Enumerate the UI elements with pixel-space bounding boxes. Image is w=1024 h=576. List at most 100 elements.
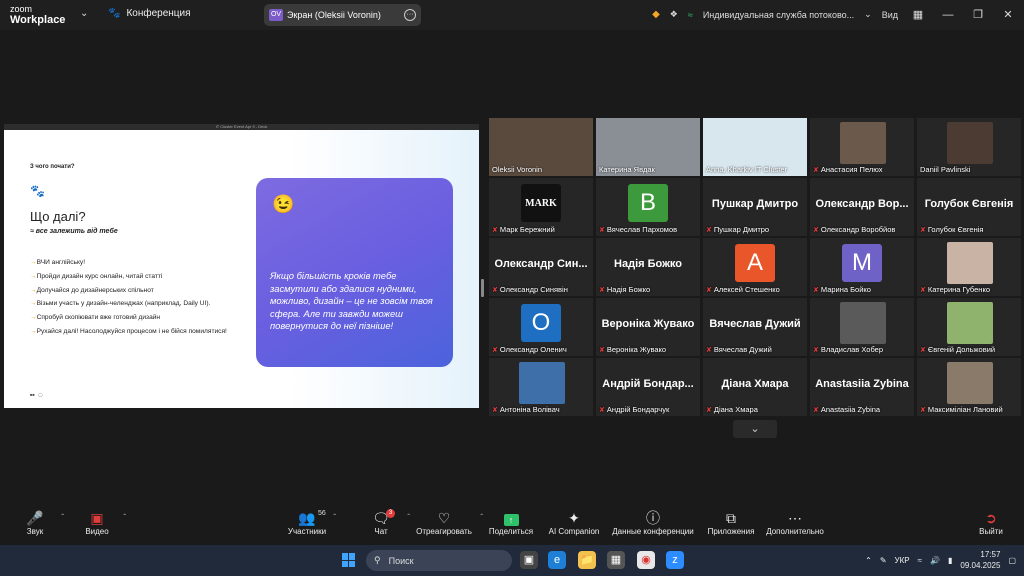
participants-button[interactable]: 👥 56 Участники ˆ	[272, 509, 342, 536]
participant-tile[interactable]: ✘ Владислав Хобер	[810, 298, 914, 356]
participant-tile[interactable]: Діана Хмара ✘ Діана Хмара	[703, 358, 807, 416]
edge-icon[interactable]: e	[548, 551, 566, 569]
meeting-info-button[interactable]: ⓘ Данные конференции	[608, 509, 698, 536]
participant-tile[interactable]: ✘ Антоніна Волівач	[489, 358, 593, 416]
participant-name-label: Пушкар Дмитро	[713, 225, 770, 234]
store-icon[interactable]: ▦	[607, 551, 625, 569]
participant-tile[interactable]: А ✘ Алексей Стешенко	[703, 238, 807, 296]
companion-label: AI Companion	[548, 527, 600, 536]
participant-tile[interactable]: Вероніка Жувако ✘ Вероніка Жувако	[596, 298, 700, 356]
wink-emoji-icon: 😉	[272, 194, 295, 214]
chevron-down-icon[interactable]: ⌄	[864, 9, 872, 20]
list-item: Спробуй скопіювати вже готовий дизайн	[30, 311, 235, 325]
participant-name-label: Голубок Євгенія	[927, 225, 984, 234]
shared-screen: IT Cluster Event Apr 9 - Deck З чого поч…	[4, 124, 479, 408]
mic-muted-icon: ✘	[599, 286, 605, 294]
view-button[interactable]: Вид	[882, 10, 898, 20]
more-icon[interactable]: ···	[404, 9, 416, 21]
screen-share-pill[interactable]: OV Экран (Oleksii Voronin) ···	[264, 4, 421, 26]
folder-icon[interactable]: 📁	[578, 551, 596, 569]
paw-icon: 🐾	[30, 184, 45, 198]
participant-tile[interactable]: Пушкар Дмитро ✘ Пушкар Дмитро	[703, 178, 807, 236]
participant-name: Daniil Pavlinski	[920, 165, 970, 174]
participant-tile[interactable]: Катерина Явдак	[596, 118, 700, 176]
ai-companion-button[interactable]: ✦ AI Companion	[539, 509, 609, 536]
participant-name-label: Андрій Бондарчук	[606, 405, 670, 414]
close-icon[interactable]: ✕	[998, 8, 1018, 21]
shield-icon[interactable]: ◆	[652, 9, 660, 20]
participant-tile[interactable]: Олександр Вор... ✘ Олександр Воробйов	[810, 178, 914, 236]
grid-icon[interactable]: ▦	[908, 8, 928, 21]
participant-tile[interactable]: Oleksii Voronin	[489, 118, 593, 176]
wifi-icon[interactable]: ≈	[918, 556, 922, 565]
taskbar-search[interactable]: ⚲ Поиск	[366, 550, 512, 571]
leave-button[interactable]: ➲ Выйти	[956, 509, 1024, 536]
more-icon: ⋯	[788, 510, 802, 526]
participant-tile[interactable]: Голубок Євгенія ✘ Голубок Євгенія	[917, 178, 1021, 236]
participant-name-label: Daniil Pavlinski	[920, 165, 971, 174]
pen-icon[interactable]: ✎	[880, 556, 887, 565]
participant-tile[interactable]: ✘ Анастасия Пелюх	[810, 118, 914, 176]
battery-icon[interactable]: ▮	[948, 556, 952, 565]
zoom-window: zoom Workplace ⌄ 🐾 Конференция OV Экран …	[0, 0, 1024, 576]
slide-list: ВЧИ англійську! Пройди дизайн курс онлай…	[30, 256, 235, 339]
participant-display-name: Голубок Євгенія	[924, 198, 1014, 210]
participant-name-label: Євгеній Дольжовий	[927, 345, 996, 354]
participant-tile[interactable]: ✘ Євгеній Дольжовий	[917, 298, 1021, 356]
mic-muted-icon: ✘	[813, 166, 819, 174]
mic-muted-icon: ✘	[813, 226, 819, 234]
participant-name: ✘ Владислав Хобер	[813, 345, 883, 354]
restore-icon[interactable]: ❐	[968, 8, 988, 21]
participant-tile[interactable]: ✘ Максиміліан Лановий	[917, 358, 1021, 416]
more-button[interactable]: ⋯ Дополнительно	[757, 509, 833, 536]
card-text: Якщо більшість кроків тебе засмутили або…	[270, 270, 433, 332]
clock-time: 17:57	[980, 550, 1001, 559]
split-handle[interactable]	[481, 279, 484, 297]
volume-icon[interactable]: 🔊	[930, 556, 940, 565]
participant-tile[interactable]: MARK ✘ Марк Бережний	[489, 178, 593, 236]
clock[interactable]: 17:57 09.04.2025	[960, 549, 1000, 571]
participant-tile[interactable]: M ✘ Марина Бойко	[810, 238, 914, 296]
zoom-app-icon[interactable]: z	[666, 551, 684, 569]
apps-button[interactable]: ⧉ Приложения	[696, 509, 766, 536]
participant-tile[interactable]: Anna, Kharkiv IT Cluster	[703, 118, 807, 176]
participant-tile[interactable]: В ✘ Вячеслав Пархомов	[596, 178, 700, 236]
chat-label: Чат	[374, 527, 388, 536]
share-button[interactable]: ↑ Поделиться	[476, 509, 546, 536]
participant-name: ✘ Вячеслав Дужий	[706, 345, 772, 354]
language-indicator[interactable]: УКР	[895, 556, 910, 565]
participant-tile[interactable]: Daniil Pavlinski	[917, 118, 1021, 176]
participant-name-label: Алексей Стешенко	[713, 285, 780, 294]
chat-button[interactable]: 🗨 3 Чат ˆ	[346, 509, 416, 536]
chevron-down-icon[interactable]: ⌄	[733, 420, 777, 438]
mic-muted-icon: ✘	[813, 406, 819, 414]
participant-name: ✘ Anastasiia Zybina	[813, 405, 880, 414]
participant-tile[interactable]: Anastasiia Zybina ✘ Anastasiia Zybina	[810, 358, 914, 416]
participant-name-label: Катерина Явдак	[599, 165, 655, 174]
react-button[interactable]: ♡ Отреагировать ˆ	[409, 509, 483, 536]
slide-question: З чого почати?	[30, 164, 75, 170]
notification-icon[interactable]: ▢	[1008, 556, 1016, 565]
video-button[interactable]: ▣ Видео ˆ	[62, 509, 132, 536]
participant-tile[interactable]: ✘ Катерина Губенко	[917, 238, 1021, 296]
chevron-down-icon[interactable]: ⌄	[80, 8, 88, 19]
windows-start-icon[interactable]	[342, 553, 356, 567]
caret-up-icon[interactable]: ˆ	[123, 513, 126, 522]
chrome-icon[interactable]: ◉	[637, 551, 655, 569]
stream-label[interactable]: Индивидуальная служба потоково...	[703, 10, 854, 20]
chevron-up-icon[interactable]: ⌃	[865, 556, 872, 565]
participant-tile[interactable]: Надія Божко ✘ Надія Божко	[596, 238, 700, 296]
mic-muted-icon: ✘	[813, 346, 819, 354]
audio-button[interactable]: 🎤 Звук ˆ	[0, 509, 70, 536]
minimize-icon[interactable]: —	[938, 9, 958, 21]
task-view-icon[interactable]: ▣	[520, 551, 538, 569]
caret-up-icon[interactable]: ˆ	[333, 513, 336, 522]
camera-off-icon: ▣	[90, 510, 104, 526]
participant-tile[interactable]: O ✘ Олександр Оленич	[489, 298, 593, 356]
signal-icon[interactable]: ❖	[670, 9, 678, 20]
participant-tile[interactable]: Олександр Син... ✘ Олександр Синявін	[489, 238, 593, 296]
avatar: M	[842, 244, 882, 282]
participant-tile[interactable]: Вячеслав Дужий ✘ Вячеслав Дужий	[703, 298, 807, 356]
conference-menu[interactable]: 🐾 Конференция	[108, 8, 191, 19]
participant-tile[interactable]: Андрій Бондар... ✘ Андрій Бондарчук	[596, 358, 700, 416]
